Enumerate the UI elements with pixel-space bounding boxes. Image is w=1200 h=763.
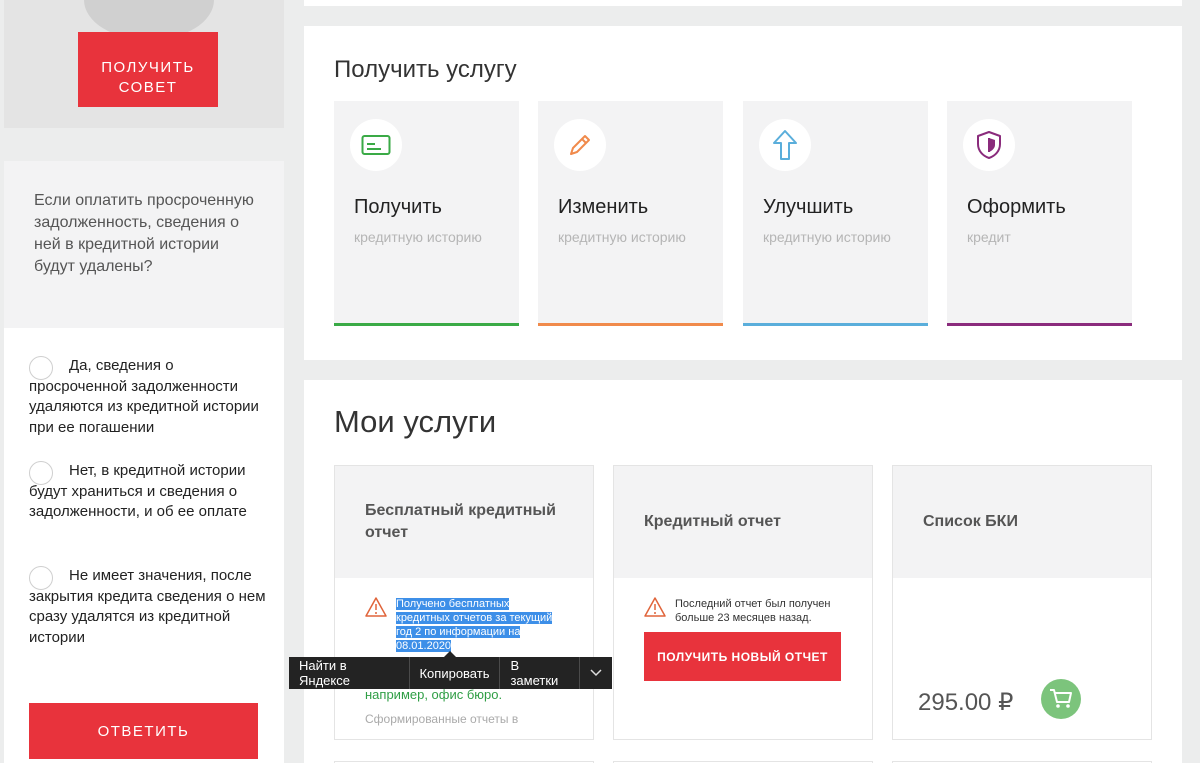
price-label: 295.00 ₽	[918, 689, 1014, 716]
warning-icon	[644, 597, 666, 617]
service-card-title: Улучшить	[763, 196, 854, 218]
service-card-title: Изменить	[558, 196, 649, 218]
shield-icon	[963, 119, 1015, 171]
quiz-option-1[interactable]: Да, сведения о просроченной задолженност…	[29, 356, 274, 438]
chevron-down-icon[interactable]	[580, 657, 612, 689]
section-title: Получить услугу	[334, 56, 517, 83]
note-line: 08.01.2020	[396, 640, 452, 652]
to-notes-button[interactable]: В заметки	[500, 657, 579, 689]
quiz-option-label: Да, сведения о просроченной задолженност…	[29, 357, 259, 436]
quiz-option-label: Не имеет значения, после закрытия кредит…	[29, 567, 266, 646]
card-accent-bar	[947, 323, 1132, 326]
toolbar-pointer	[444, 651, 456, 657]
service-card-get[interactable]: Получить кредитную историю	[334, 101, 519, 326]
radio-button[interactable]	[29, 356, 53, 380]
service-card-apply[interactable]: Оформить кредит	[947, 101, 1132, 326]
note-line: кредитных отчетов за текущий	[396, 612, 553, 624]
service-card-subtitle: кредитную историю	[763, 229, 891, 245]
free-report-card: Бесплатный кредитный отчет Получено бесп…	[334, 465, 594, 740]
note-line: Получено бесплатных	[396, 598, 510, 610]
service-card-subtitle: кредит	[967, 229, 1011, 245]
my-services-panel: Мои услуги Бесплатный кредитный отчет По…	[304, 380, 1182, 763]
card-title: Кредитный отчет	[614, 466, 872, 578]
quiz-option-label: Нет, в кредитной истории будут храниться…	[29, 462, 247, 520]
card-accent-bar	[743, 323, 928, 326]
copy-button[interactable]: Копировать	[409, 657, 499, 689]
get-advice-button[interactable]: ПОЛУЧИТЬ СОВЕТ	[78, 32, 218, 107]
section-title: Мои услуги	[334, 404, 497, 439]
service-card-title: Получить	[354, 196, 442, 218]
service-card-title: Оформить	[967, 196, 1066, 218]
service-card-subtitle: кредитную историю	[558, 229, 686, 245]
top-panel-edge	[304, 0, 1182, 6]
answer-button[interactable]: ОТВЕТИТЬ	[29, 703, 258, 759]
card-accent-bar	[538, 323, 723, 326]
note-line: год 2 по информации на	[396, 626, 521, 638]
arrow-up-icon	[759, 119, 811, 171]
get-service-panel: Получить услугу Получить кредитную истор…	[304, 26, 1182, 360]
cart-icon[interactable]	[1041, 679, 1081, 719]
quiz-widget: Если оплатить просроченную задолженность…	[4, 161, 284, 763]
card-title: Список БКИ	[893, 466, 1151, 578]
bki-list-card: Список БКИ 295.00 ₽	[892, 465, 1152, 740]
quiz-question: Если оплатить просроченную задолженность…	[4, 161, 284, 328]
radio-button[interactable]	[29, 461, 53, 485]
note-line: больше 23 месяцев назад.	[675, 612, 812, 624]
credit-report-card: Кредитный отчет Последний отчет был полу…	[613, 465, 873, 740]
selection-toolbar: Найти в Яндексе Копировать В заметки	[289, 651, 612, 689]
search-yandex-button[interactable]: Найти в Яндексе	[289, 657, 409, 689]
selected-note: Получено бесплатных кредитных отчетов за…	[396, 597, 553, 653]
last-report-note: Последний отчет был получен больше 23 ме…	[675, 597, 831, 625]
quiz-option-3[interactable]: Не имеет значения, после закрытия кредит…	[29, 566, 274, 648]
radio-button[interactable]	[29, 566, 53, 590]
card-accent-bar	[334, 323, 519, 326]
reports-hint-text: Сформированные отчеты в	[365, 712, 519, 726]
advice-promo: ПОЛУЧИТЬ СОВЕТ	[4, 0, 284, 128]
office-link-text[interactable]: например, офис бюро.	[365, 687, 502, 702]
quiz-option-2[interactable]: Нет, в кредитной истории будут храниться…	[29, 461, 274, 523]
card-icon	[350, 119, 402, 171]
card-title: Бесплатный кредитный отчет	[335, 466, 593, 578]
service-card-change[interactable]: Изменить кредитную историю	[538, 101, 723, 326]
pencil-icon	[554, 119, 606, 171]
warning-icon	[365, 597, 387, 617]
service-card-subtitle: кредитную историю	[354, 229, 482, 245]
service-card-improve[interactable]: Улучшить кредитную историю	[743, 101, 928, 326]
note-line: Последний отчет был получен	[675, 598, 831, 610]
get-new-report-button[interactable]: ПОЛУЧИТЬ НОВЫЙ ОТЧЕТ	[644, 632, 841, 681]
